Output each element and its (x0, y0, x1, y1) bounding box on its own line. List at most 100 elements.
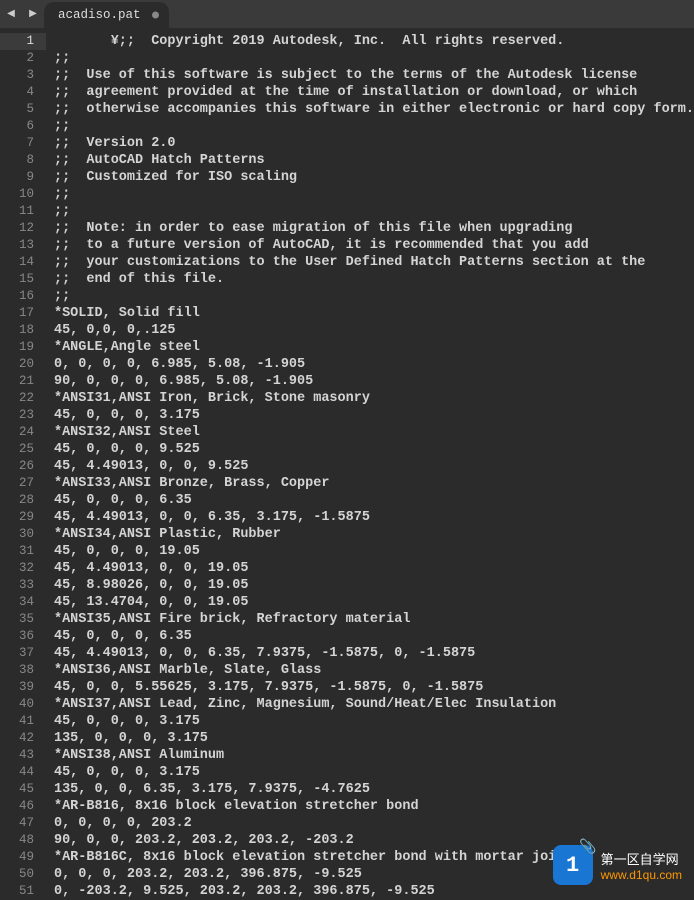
line-number: 13 (0, 237, 46, 254)
line-number: 14 (0, 254, 46, 271)
code-line[interactable]: 135, 0, 0, 0, 3.175 (54, 730, 694, 747)
code-line[interactable]: 45, 0, 0, 0, 6.35 (54, 492, 694, 509)
prev-tab-arrow[interactable]: ◀ (0, 0, 22, 28)
line-number: 3 (0, 67, 46, 84)
code-line[interactable]: ;; (54, 288, 694, 305)
code-line[interactable]: ;; end of this file. (54, 271, 694, 288)
line-number: 46 (0, 798, 46, 815)
code-line[interactable]: ;; your customizations to the User Defin… (54, 254, 694, 271)
code-line[interactable]: ;; Version 2.0 (54, 135, 694, 152)
code-line[interactable]: 45, 4.49013, 0, 0, 6.35, 7.9375, -1.5875… (54, 645, 694, 662)
line-number: 49 (0, 849, 46, 866)
code-line[interactable]: *AR-B816, 8x16 block elevation stretcher… (54, 798, 694, 815)
line-number: 45 (0, 781, 46, 798)
code-line[interactable]: ;; AutoCAD Hatch Patterns (54, 152, 694, 169)
code-content[interactable]: ¥;; Copyright 2019 Autodesk, Inc. All ri… (46, 28, 694, 895)
code-line[interactable]: 45, 4.49013, 0, 0, 9.525 (54, 458, 694, 475)
code-line[interactable]: ;; (54, 118, 694, 135)
code-line[interactable]: *ANSI38,ANSI Aluminum (54, 747, 694, 764)
line-number: 40 (0, 696, 46, 713)
code-line[interactable]: ;; otherwise accompanies this software i… (54, 101, 694, 118)
code-line[interactable]: 45, 0, 0, 0, 3.175 (54, 764, 694, 781)
line-number: 18 (0, 322, 46, 339)
code-line[interactable]: *ANSI35,ANSI Fire brick, Refractory mate… (54, 611, 694, 628)
code-line[interactable]: ;; to a future version of AutoCAD, it is… (54, 237, 694, 254)
line-number: 30 (0, 526, 46, 543)
line-number: 50 (0, 866, 46, 883)
code-line[interactable]: 45, 8.98026, 0, 0, 19.05 (54, 577, 694, 594)
line-number: 26 (0, 458, 46, 475)
line-number: 33 (0, 577, 46, 594)
code-line[interactable]: *ANSI37,ANSI Lead, Zinc, Magnesium, Soun… (54, 696, 694, 713)
line-number: 51 (0, 883, 46, 900)
code-line[interactable]: ;; agreement provided at the time of ins… (54, 84, 694, 101)
line-number: 36 (0, 628, 46, 645)
line-number: 32 (0, 560, 46, 577)
line-number: 24 (0, 424, 46, 441)
code-line[interactable]: 45, 0, 0, 5.55625, 3.175, 7.9375, -1.587… (54, 679, 694, 696)
watermark-site-name: 第一区自学网 (601, 849, 682, 868)
code-line[interactable]: ;; (54, 186, 694, 203)
code-line[interactable]: ¥;; Copyright 2019 Autodesk, Inc. All ri… (54, 33, 694, 50)
line-number: 22 (0, 390, 46, 407)
line-number: 6 (0, 118, 46, 135)
paperclip-icon: 📎 (579, 839, 596, 856)
line-number: 37 (0, 645, 46, 662)
line-number: 38 (0, 662, 46, 679)
tab-filename: acadiso.pat (58, 8, 141, 22)
code-line[interactable]: 45, 0, 0, 0, 6.35 (54, 628, 694, 645)
line-number: 5 (0, 101, 46, 118)
code-editor[interactable]: 1234567891011121314151617181920212223242… (0, 28, 694, 895)
code-line[interactable]: 0, 0, 0, 0, 6.985, 5.08, -1.905 (54, 356, 694, 373)
line-number: 11 (0, 203, 46, 220)
line-number: 27 (0, 475, 46, 492)
line-number: 28 (0, 492, 46, 509)
line-number: 12 (0, 220, 46, 237)
line-number: 43 (0, 747, 46, 764)
code-line[interactable]: ;; (54, 50, 694, 67)
line-number: 1 (0, 33, 46, 50)
line-number: 16 (0, 288, 46, 305)
code-line[interactable]: *ANSI32,ANSI Steel (54, 424, 694, 441)
code-line[interactable]: 0, -203.2, 9.525, 203.2, 203.2, 396.875,… (54, 883, 694, 900)
code-line[interactable]: *ANSI36,ANSI Marble, Slate, Glass (54, 662, 694, 679)
code-line[interactable]: *ANGLE,Angle steel (54, 339, 694, 356)
code-line[interactable]: 135, 0, 0, 6.35, 3.175, 7.9375, -4.7625 (54, 781, 694, 798)
code-line[interactable]: ;; Customized for ISO scaling (54, 169, 694, 186)
line-number: 23 (0, 407, 46, 424)
watermark-url: www.d1qu.com (601, 868, 682, 882)
line-number: 35 (0, 611, 46, 628)
code-line[interactable]: ;; (54, 203, 694, 220)
line-number: 48 (0, 832, 46, 849)
line-number: 25 (0, 441, 46, 458)
line-number: 29 (0, 509, 46, 526)
code-line[interactable]: 0, 0, 0, 0, 203.2 (54, 815, 694, 832)
watermark-badge-icon: 1 📎 (553, 845, 593, 885)
next-tab-arrow[interactable]: ▶ (22, 0, 44, 28)
line-number: 44 (0, 764, 46, 781)
code-line[interactable]: 45, 4.49013, 0, 0, 19.05 (54, 560, 694, 577)
line-number: 2 (0, 50, 46, 67)
watermark-text: 第一区自学网 www.d1qu.com (601, 849, 682, 882)
code-line[interactable]: 90, 0, 0, 0, 6.985, 5.08, -1.905 (54, 373, 694, 390)
line-number: 31 (0, 543, 46, 560)
code-line[interactable]: 45, 0, 0, 0, 3.175 (54, 407, 694, 424)
source-watermark: 1 📎 第一区自学网 www.d1qu.com (553, 845, 682, 885)
code-line[interactable]: ;; Use of this software is subject to th… (54, 67, 694, 84)
code-line[interactable]: *ANSI31,ANSI Iron, Brick, Stone masonry (54, 390, 694, 407)
code-line[interactable]: *SOLID, Solid fill (54, 305, 694, 322)
line-number: 20 (0, 356, 46, 373)
file-tab[interactable]: acadiso.pat (44, 2, 169, 28)
code-line[interactable]: 45, 0,0, 0,.125 (54, 322, 694, 339)
line-number: 39 (0, 679, 46, 696)
code-line[interactable]: 45, 0, 0, 0, 9.525 (54, 441, 694, 458)
line-number: 15 (0, 271, 46, 288)
code-line[interactable]: 45, 0, 0, 0, 3.175 (54, 713, 694, 730)
code-line[interactable]: 45, 4.49013, 0, 0, 6.35, 3.175, -1.5875 (54, 509, 694, 526)
code-line[interactable]: 45, 0, 0, 0, 19.05 (54, 543, 694, 560)
code-line[interactable]: 45, 13.4704, 0, 0, 19.05 (54, 594, 694, 611)
code-line[interactable]: ;; Note: in order to ease migration of t… (54, 220, 694, 237)
code-line[interactable]: *ANSI34,ANSI Plastic, Rubber (54, 526, 694, 543)
code-line[interactable]: *ANSI33,ANSI Bronze, Brass, Copper (54, 475, 694, 492)
line-number: 42 (0, 730, 46, 747)
